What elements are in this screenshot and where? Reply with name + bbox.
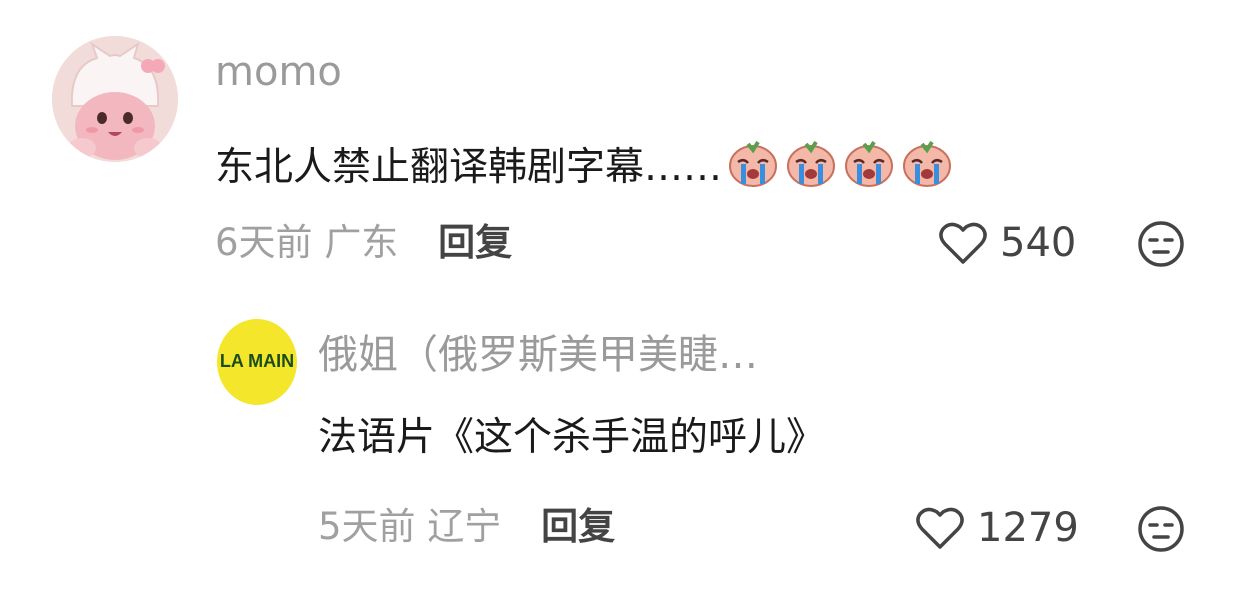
like-count: 540 <box>1000 220 1077 266</box>
crying-peach-emoji-icon <box>729 140 953 188</box>
timestamp: 5天前 <box>318 505 416 548</box>
like-button[interactable]: 540 <box>938 220 1076 266</box>
reply-button[interactable]: 回复 <box>541 505 615 548</box>
heart-icon <box>939 222 987 264</box>
dislike-button[interactable] <box>1137 505 1185 557</box>
neutral-face-icon <box>1138 221 1184 267</box>
avatar[interactable] <box>52 36 178 162</box>
username[interactable]: 俄姐（俄罗斯美甲美睫… <box>318 335 758 375</box>
comment-text: 东北人禁止翻译韩剧字幕…… <box>215 136 958 195</box>
avatar-logo-text: LA MAIN <box>220 351 294 371</box>
comment-text-content: 东北人禁止翻译韩剧字幕…… <box>215 145 723 190</box>
neutral-face-icon <box>1138 506 1184 552</box>
comment-text: 法语片《这个杀手温的呼儿》 <box>318 415 826 460</box>
location: 广东 <box>324 221 399 264</box>
reply-button[interactable]: 回复 <box>438 221 512 264</box>
username[interactable]: momo <box>215 52 342 92</box>
emoji-group <box>726 136 958 195</box>
dislike-button[interactable] <box>1137 220 1185 272</box>
pink-cat-hat-character-icon <box>52 36 178 162</box>
like-count: 1279 <box>977 505 1079 551</box>
location: 辽宁 <box>427 505 502 548</box>
like-button[interactable]: 1279 <box>915 505 1079 551</box>
la-main-logo: LA MAIN <box>220 351 294 371</box>
avatar[interactable]: LA MAIN <box>217 319 297 405</box>
comment-meta: 5天前 辽宁 回复 <box>318 508 615 545</box>
comment-meta: 6天前 广东 回复 <box>215 224 512 261</box>
timestamp: 6天前 <box>215 221 313 264</box>
heart-icon <box>916 507 964 549</box>
